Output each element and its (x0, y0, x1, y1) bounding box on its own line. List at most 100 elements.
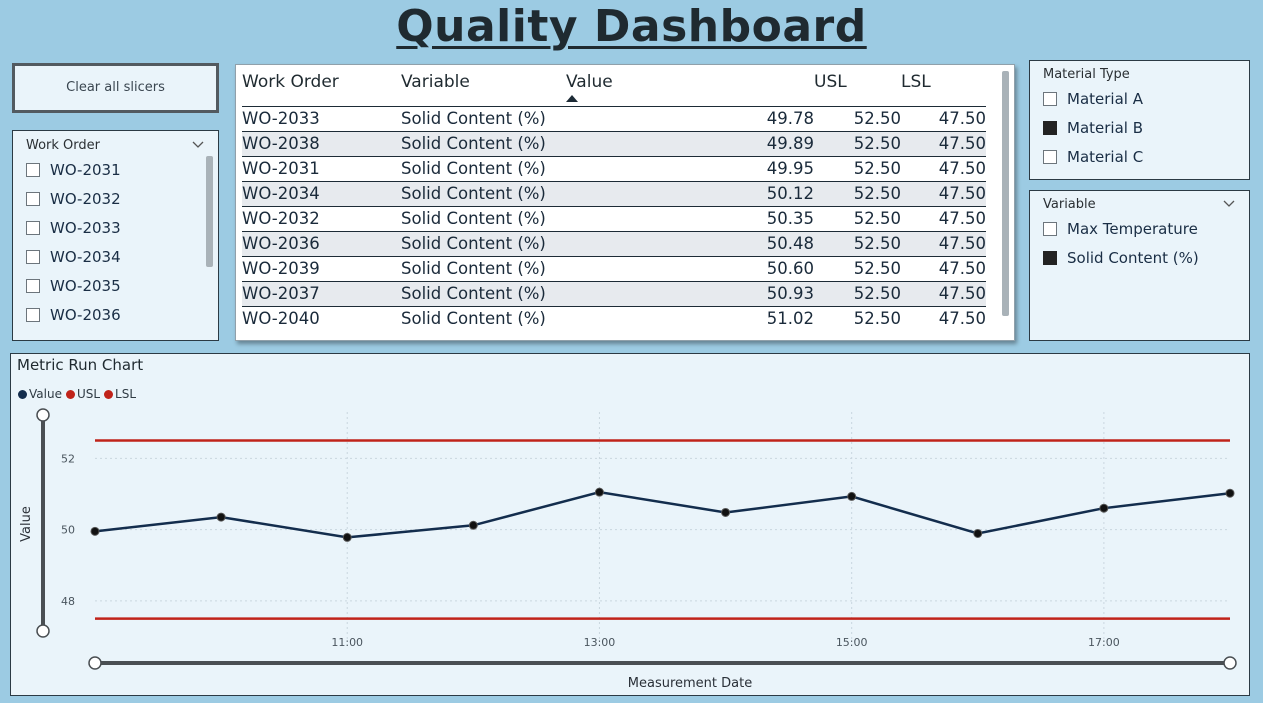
cell-value: 49.89 (566, 130, 814, 156)
work-order-item[interactable]: WO-2032 (13, 184, 218, 213)
cell-work-order: WO-2039 (242, 255, 401, 281)
cell-lsl: 47.50 (901, 205, 986, 231)
table-row[interactable]: WO-2031 Solid Content (%) 49.95 52.50 47.50 (242, 155, 986, 181)
chevron-down-icon[interactable] (1223, 197, 1235, 212)
table-row[interactable]: WO-2038 Solid Content (%) 49.89 52.50 47.50 (242, 130, 986, 156)
data-point[interactable] (216, 512, 226, 522)
work-order-item-label: WO-2032 (50, 189, 121, 208)
cell-work-order: WO-2037 (242, 280, 401, 306)
work-order-item[interactable]: WO-2033 (13, 213, 218, 242)
cell-lsl: 47.50 (901, 305, 986, 331)
data-point[interactable] (468, 520, 478, 530)
cell-variable: Solid Content (%) (401, 205, 566, 231)
material-type-item[interactable]: Material C (1030, 142, 1249, 171)
table-row[interactable]: WO-2036 Solid Content (%) 50.48 52.50 47.50 (242, 230, 986, 256)
col-header-lsl[interactable]: LSL (901, 69, 986, 106)
cell-variable: Solid Content (%) (401, 305, 566, 331)
cell-variable: Solid Content (%) (401, 230, 566, 256)
variable-slicer: Variable Max Temperature Solid Content (%… (1029, 190, 1250, 341)
page-title: Quality Dashboard (396, 1, 867, 52)
work-order-item[interactable]: WO-2034 (13, 242, 218, 271)
checkbox[interactable] (1043, 149, 1057, 164)
data-point[interactable] (594, 487, 604, 497)
work-order-scrollbar[interactable] (206, 156, 213, 267)
cell-usl: 52.50 (814, 180, 901, 206)
cell-value: 50.35 (566, 205, 814, 231)
material-type-slicer-label: Material Type (1043, 67, 1130, 82)
material-type-item-label: Material C (1067, 147, 1144, 166)
y-tick-label: 50 (61, 524, 75, 537)
y-range-slider-handle[interactable] (36, 408, 50, 422)
x-range-slider-handle[interactable] (88, 656, 102, 670)
cell-work-order: WO-2038 (242, 130, 401, 156)
data-point[interactable] (90, 526, 100, 536)
material-type-item[interactable]: Material B (1030, 113, 1249, 142)
table-row[interactable]: WO-2039 Solid Content (%) 50.60 52.50 47.50 (242, 255, 986, 281)
data-point[interactable] (1099, 503, 1109, 513)
cell-work-order: WO-2033 (242, 105, 401, 131)
checkbox[interactable] (1043, 120, 1057, 135)
cell-lsl: 47.50 (901, 105, 986, 131)
cell-value: 50.60 (566, 255, 814, 281)
table-row[interactable]: WO-2037 Solid Content (%) 50.93 52.50 47.50 (242, 280, 986, 306)
col-header-variable[interactable]: Variable (401, 69, 566, 106)
cell-value: 50.12 (566, 180, 814, 206)
cell-work-order: WO-2034 (242, 180, 401, 206)
work-order-item[interactable]: WO-2031 (13, 155, 218, 184)
x-tick-label: 17:00 (1088, 636, 1120, 649)
x-range-slider-handle[interactable] (1223, 656, 1237, 670)
cell-lsl: 47.50 (901, 280, 986, 306)
checkbox[interactable] (26, 162, 40, 177)
work-order-item-label: WO-2034 (50, 247, 121, 266)
work-order-item[interactable]: WO-2035 (13, 271, 218, 300)
material-type-item[interactable]: Material A (1030, 84, 1249, 113)
y-range-slider-handle[interactable] (36, 624, 50, 638)
checkbox[interactable] (1043, 250, 1057, 265)
work-order-item[interactable]: WO-2036 (13, 300, 218, 329)
cell-usl: 52.50 (814, 230, 901, 256)
cell-work-order: WO-2040 (242, 305, 401, 331)
cell-usl: 52.50 (814, 255, 901, 281)
clear-slicers-button[interactable]: Clear all slicers (12, 63, 219, 113)
x-tick-label: 11:00 (331, 636, 363, 649)
checkbox[interactable] (1043, 91, 1057, 106)
cell-lsl: 47.50 (901, 230, 986, 256)
sort-ascending-icon (566, 95, 578, 102)
cell-usl: 52.50 (814, 130, 901, 156)
cell-usl: 52.50 (814, 155, 901, 181)
col-header-value[interactable]: Value (566, 69, 814, 106)
data-point[interactable] (342, 532, 352, 542)
cell-value: 51.02 (566, 305, 814, 331)
table-row[interactable]: WO-2034 Solid Content (%) 50.12 52.50 47.50 (242, 180, 986, 206)
cell-value: 49.95 (566, 155, 814, 181)
data-point[interactable] (1225, 488, 1235, 498)
col-header-work-order[interactable]: Work Order (242, 69, 401, 106)
checkbox[interactable] (26, 278, 40, 293)
chevron-down-icon[interactable] (192, 138, 204, 153)
series-line-value (94, 490, 1231, 539)
table-row[interactable]: WO-2033 Solid Content (%) 49.78 52.50 47.50 (242, 105, 986, 131)
work-order-item-label: WO-2035 (50, 276, 121, 295)
cell-variable: Solid Content (%) (401, 130, 566, 156)
work-order-item-label: WO-2036 (50, 305, 121, 324)
x-axis-label: Measurement Date (628, 676, 752, 691)
variable-item[interactable]: Solid Content (%) (1030, 243, 1249, 272)
checkbox[interactable] (26, 307, 40, 322)
checkbox[interactable] (1043, 221, 1057, 236)
checkbox[interactable] (26, 249, 40, 264)
table-scrollbar[interactable] (1002, 71, 1009, 316)
table-row[interactable]: WO-2040 Solid Content (%) 51.02 52.50 47.50 (242, 305, 986, 331)
x-tick-label: 15:00 (836, 636, 868, 649)
table-row[interactable]: WO-2032 Solid Content (%) 50.35 52.50 47.50 (242, 205, 986, 231)
col-header-usl[interactable]: USL (814, 69, 901, 106)
cell-value: 49.78 (566, 105, 814, 131)
data-point[interactable] (847, 491, 857, 501)
checkbox[interactable] (26, 191, 40, 206)
checkbox[interactable] (26, 220, 40, 235)
cell-variable: Solid Content (%) (401, 280, 566, 306)
work-order-table: Work Order Variable Value USL LSL WO-203… (235, 64, 1015, 341)
data-point[interactable] (721, 507, 731, 517)
variable-item[interactable]: Max Temperature (1030, 214, 1249, 243)
data-point[interactable] (973, 528, 983, 538)
cell-usl: 52.50 (814, 280, 901, 306)
